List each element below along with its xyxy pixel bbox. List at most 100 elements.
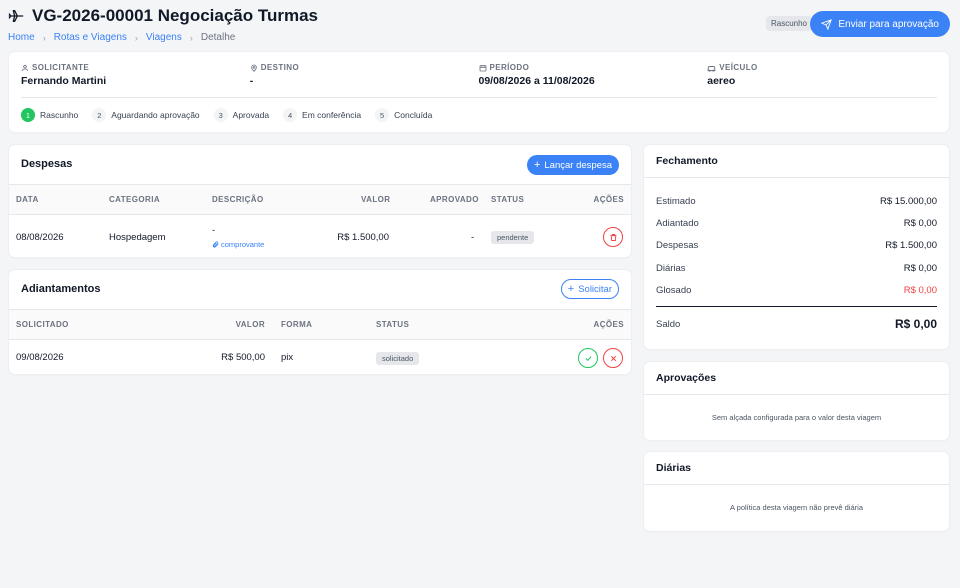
step-aprovada: 3 Aprovada bbox=[213, 108, 270, 122]
col-aprovado: APROVADO bbox=[430, 195, 479, 204]
status-badge: solicitado bbox=[376, 352, 420, 365]
chevron-right-icon: › bbox=[134, 32, 138, 43]
info-solicitante: SOLICITANTE Fernando Martini bbox=[21, 63, 250, 87]
lancar-despesa-button[interactable]: + Lançar despesa bbox=[526, 155, 619, 175]
page-header: VG-2026-00001 Negociação Turmas Home › R… bbox=[8, 6, 952, 46]
solicitar-label: Solicitar bbox=[578, 283, 612, 295]
approve-advance-button[interactable] bbox=[578, 348, 598, 368]
page-title: VG-2026-00001 Negociação Turmas bbox=[32, 6, 318, 25]
workflow-steps: 1 Rascunho 2 Aguardando aprovação 3 Apro… bbox=[21, 108, 432, 122]
status-badge: pendente bbox=[491, 231, 535, 244]
chevron-right-icon: › bbox=[189, 32, 193, 43]
fechamento-row-despesas: Despesas R$ 1.500,00 bbox=[656, 240, 937, 251]
adiantamentos-card: Adiantamentos + Solicitar SOLICITADO VAL… bbox=[9, 270, 631, 374]
step-label: Em conferência bbox=[302, 110, 362, 120]
fechamento-title: Fechamento bbox=[656, 155, 718, 167]
cell-valor: R$ 500,00 bbox=[221, 352, 265, 363]
breadcrumb: Home › Rotas e Viagens › Viagens › Detal… bbox=[8, 32, 952, 43]
cell-solicitado: 09/08/2026 bbox=[16, 352, 64, 363]
send-for-approval-button[interactable]: Enviar para aprovação bbox=[810, 11, 950, 37]
veiculo-label: VEÍCULO bbox=[719, 63, 758, 72]
divider bbox=[21, 97, 937, 98]
col-valor: VALOR bbox=[361, 195, 391, 204]
col-acoes: AÇÕES bbox=[593, 195, 624, 204]
trip-info-grid: SOLICITANTE Fernando Martini DESTINO - P… bbox=[21, 63, 936, 87]
destino-value: - bbox=[249, 75, 254, 87]
col-acoes: AÇÕES bbox=[593, 320, 624, 329]
step-concluida: 5 Concluída bbox=[375, 108, 432, 122]
cell-categoria: Hospedagem bbox=[109, 232, 166, 243]
col-status: STATUS bbox=[491, 195, 525, 204]
comprovante-label: comprovante bbox=[221, 240, 265, 249]
col-forma: FORMA bbox=[281, 320, 313, 329]
row-value: R$ 0,00 bbox=[903, 218, 937, 229]
breadcrumb-viagens[interactable]: Viagens bbox=[146, 32, 182, 43]
step-number: 4 bbox=[283, 108, 298, 122]
periodo-value: 09/08/2026 a 11/08/2026 bbox=[478, 75, 595, 87]
breadcrumb-current: Detalhe bbox=[200, 32, 236, 43]
status-badge: Rascunho bbox=[765, 16, 812, 31]
divider bbox=[644, 394, 949, 395]
breadcrumb-home[interactable]: Home bbox=[8, 32, 35, 43]
cell-forma: pix bbox=[281, 352, 294, 363]
send-button-label: Enviar para aprovação bbox=[838, 18, 939, 30]
cell-descricao: - bbox=[212, 225, 216, 236]
step-label: Rascunho bbox=[40, 110, 79, 120]
row-value: R$ 1.500,00 bbox=[885, 240, 937, 251]
periodo-label: PERÍODO bbox=[489, 63, 530, 72]
divider bbox=[644, 177, 949, 178]
plus-icon: + bbox=[533, 159, 541, 171]
row-value: R$ 15.000,00 bbox=[879, 196, 937, 207]
step-number: 1 bbox=[21, 108, 35, 122]
aprovacoes-card: Aprovações Sem alçada configurada para o… bbox=[644, 362, 949, 440]
step-label: Concluída bbox=[394, 110, 433, 120]
col-data: DATA bbox=[16, 195, 39, 204]
col-descricao: DESCRIÇÃO bbox=[212, 195, 264, 204]
cell-valor: R$ 1.500,00 bbox=[337, 232, 389, 243]
solicitante-label: SOLICITANTE bbox=[32, 63, 90, 72]
fechamento-row-adiantado: Adiantado R$ 0,00 bbox=[656, 218, 937, 229]
check-icon bbox=[585, 355, 591, 361]
solicitar-button[interactable]: + Solicitar bbox=[560, 279, 619, 299]
cell-data: 08/08/2026 bbox=[16, 232, 64, 243]
saldo-value: R$ 0,00 bbox=[894, 317, 937, 331]
car-icon bbox=[707, 65, 716, 72]
row-label: Estimado bbox=[656, 196, 696, 207]
fechamento-row-diarias: Diárias R$ 0,00 bbox=[656, 263, 937, 274]
paperclip-icon bbox=[212, 241, 219, 248]
col-valor: VALOR bbox=[235, 320, 265, 329]
step-rascunho: 1 Rascunho bbox=[21, 108, 78, 122]
col-solicitado: SOLICITADO bbox=[16, 320, 69, 329]
comprovante-link[interactable]: comprovante bbox=[212, 240, 264, 249]
despesas-table-header: DATA CATEGORIA DESCRIÇÃO VALOR APROVADO … bbox=[9, 184, 631, 215]
despesas-card: Despesas + Lançar despesa DATA CATEGORIA… bbox=[9, 145, 631, 257]
col-status: STATUS bbox=[376, 320, 410, 329]
fechamento-card: Fechamento Estimado R$ 15.000,00 Adianta… bbox=[644, 145, 949, 349]
total-divider bbox=[656, 306, 937, 307]
step-label: Aguardando aprovação bbox=[111, 110, 200, 120]
fechamento-row-estimado: Estimado R$ 15.000,00 bbox=[656, 196, 937, 207]
airplane-icon bbox=[8, 10, 24, 22]
user-icon bbox=[21, 64, 29, 71]
col-categoria: CATEGORIA bbox=[109, 195, 161, 204]
step-number: 3 bbox=[213, 108, 228, 122]
saldo-label: Saldo bbox=[656, 318, 681, 330]
row-label: Adiantado bbox=[656, 218, 699, 229]
send-icon bbox=[821, 18, 833, 30]
step-em-conferencia: 4 Em conferência bbox=[283, 108, 361, 122]
step-label: Aprovada bbox=[232, 110, 270, 120]
reject-advance-button[interactable] bbox=[603, 348, 623, 368]
info-destino: DESTINO - bbox=[250, 63, 479, 87]
fechamento-row-saldo: Saldo R$ 0,00 bbox=[656, 317, 937, 331]
delete-expense-button[interactable] bbox=[603, 227, 623, 247]
cell-aprovado: - bbox=[471, 232, 475, 243]
destino-label: DESTINO bbox=[260, 63, 300, 72]
trash-icon bbox=[610, 233, 616, 241]
aprovacoes-title: Aprovações bbox=[656, 372, 717, 384]
breadcrumb-rotas[interactable]: Rotas e Viagens bbox=[54, 32, 127, 43]
divider bbox=[644, 484, 949, 485]
row-value: R$ 0,00 bbox=[903, 285, 937, 296]
row-value: R$ 0,00 bbox=[903, 263, 937, 274]
row-label: Despesas bbox=[656, 240, 699, 251]
step-number: 5 bbox=[375, 108, 390, 122]
